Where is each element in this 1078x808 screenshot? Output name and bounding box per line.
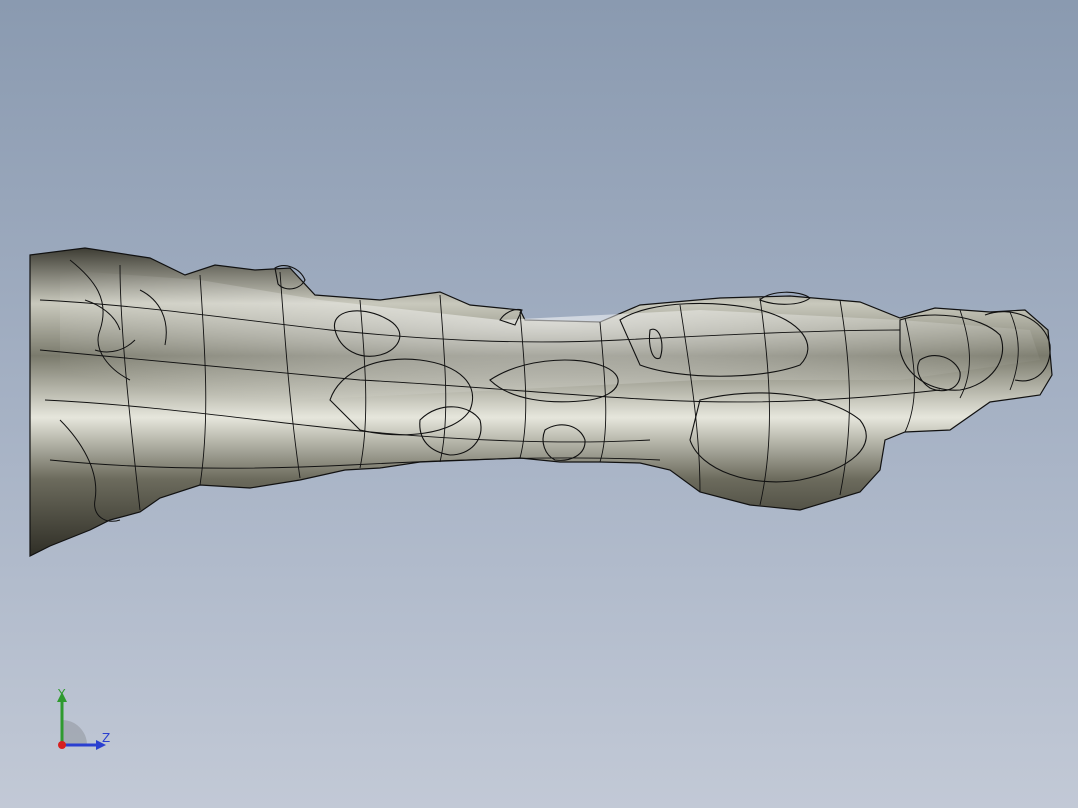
- triad-y-label: Y: [58, 687, 66, 701]
- graphics-viewport[interactable]: Y Z: [0, 0, 1078, 808]
- x-axis-dot: [58, 741, 66, 749]
- sculpture-model[interactable]: [0, 0, 1078, 808]
- axis-triad: [57, 692, 106, 750]
- triad-z-label: Z: [102, 731, 111, 745]
- triad-plane: [62, 720, 87, 745]
